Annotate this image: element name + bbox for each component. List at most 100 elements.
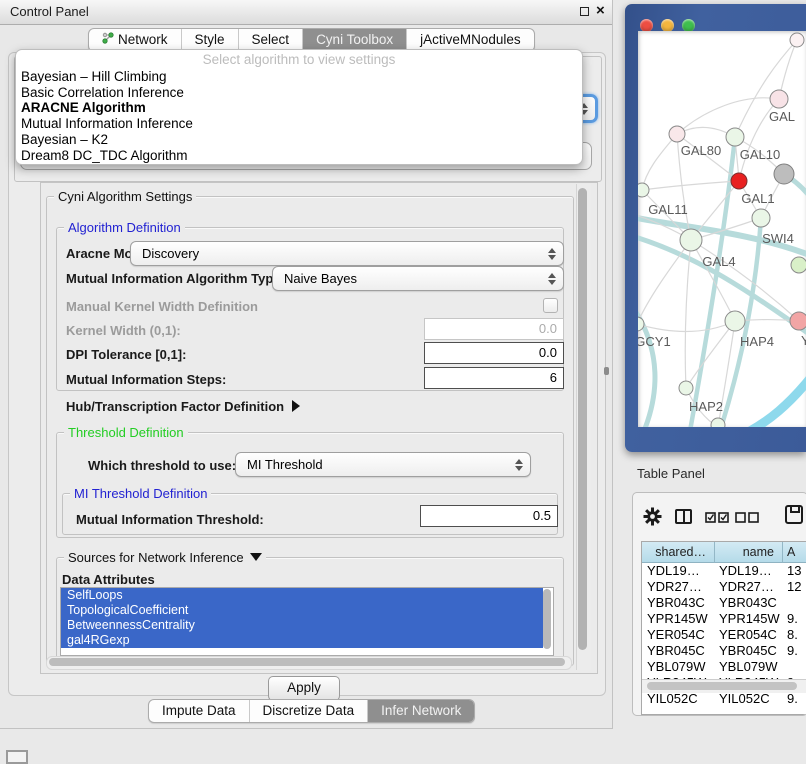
table-row[interactable]: YER054CYER054C8. — [642, 627, 806, 643]
table-cell: 9. — [783, 691, 806, 707]
vertical-scrollbar-thumb[interactable] — [578, 188, 587, 650]
table-cell: 8. — [783, 627, 806, 643]
network-node[interactable] — [726, 128, 744, 146]
gear-icon[interactable] — [643, 507, 662, 526]
split-columns-icon[interactable] — [675, 509, 692, 524]
hub-definition-expander[interactable]: Hub/Transcription Factor Definition — [66, 399, 300, 414]
which-threshold-value: MI Threshold — [247, 457, 323, 472]
table-row[interactable]: YDR27…YDR27…12 — [642, 579, 806, 595]
column-header-shared[interactable]: shared… — [642, 542, 715, 563]
tab-infer-network[interactable]: Infer Network — [367, 700, 474, 722]
float-window-icon[interactable] — [580, 7, 589, 16]
file-icon[interactable] — [785, 505, 803, 524]
select-all-checkboxes-icon[interactable] — [705, 512, 729, 523]
which-threshold-combobox[interactable]: MI Threshold — [235, 452, 531, 477]
network-node[interactable] — [725, 311, 745, 331]
horizontal-scrollbar-thumb[interactable] — [49, 658, 565, 666]
table-row[interactable]: YBR045CYBR045C9. — [642, 643, 806, 659]
combo-spinner-icon — [547, 273, 555, 285]
tab-label: Network — [118, 32, 168, 47]
tab-label: Impute Data — [162, 703, 236, 718]
tab-cyni-toolbox[interactable]: Cyni Toolbox — [302, 29, 406, 51]
node-label-swi4: SWI4 — [762, 231, 794, 246]
mi-threshold-group-title: MI Threshold Definition — [70, 486, 211, 501]
table-cell: YDR27… — [715, 579, 783, 595]
mi-threshold-label: Mutual Information Threshold: — [76, 512, 264, 527]
sources-group-title-row[interactable]: Sources for Network Inference — [64, 550, 266, 565]
mi-type-combobox[interactable]: Naive Bayes — [272, 266, 564, 291]
table-hscrollbar-track[interactable] — [642, 679, 806, 693]
tab-label: Cyni Toolbox — [316, 32, 393, 47]
data-attributes-list: SelfLoopsTopologicalCoefficientBetweenne… — [60, 587, 554, 656]
network-icon — [102, 32, 114, 47]
table-cell: 13 — [783, 563, 806, 579]
tab-discretize-data[interactable]: Discretize Data — [249, 700, 368, 722]
algorithm-option-bayesian-k2[interactable]: Bayesian – K2 — [19, 132, 577, 148]
network-node[interactable] — [638, 183, 649, 197]
mi-steps-field[interactable]: 6 — [424, 367, 564, 389]
tab-select[interactable]: Select — [238, 29, 303, 51]
network-node[interactable] — [790, 312, 806, 330]
settings-group-title: Cyni Algorithm Settings — [54, 189, 196, 204]
network-node[interactable] — [770, 90, 788, 108]
network-node[interactable] — [731, 173, 747, 189]
kernel-width-label: Kernel Width (0,1): — [66, 323, 181, 338]
apply-button[interactable]: Apply — [268, 676, 340, 701]
panel-title: Control Panel — [10, 4, 89, 19]
algorithm-option-dream8-dc-tdc-algorithm[interactable]: Dream8 DC_TDC Algorithm — [19, 148, 577, 164]
aracne-mode-combobox[interactable]: Discovery — [130, 241, 564, 266]
node-label-gal11: GAL11 — [648, 202, 688, 217]
table-row[interactable]: YBL079WYBL079W — [642, 659, 806, 675]
network-node[interactable] — [680, 229, 702, 251]
manual-kernel-checkbox[interactable] — [543, 298, 558, 313]
tab-style[interactable]: Style — [181, 29, 238, 51]
close-icon[interactable]: × — [596, 2, 605, 19]
hub-definition-label: Hub/Transcription Factor Definition — [66, 399, 284, 414]
network-node[interactable] — [669, 126, 685, 142]
dpi-tolerance-field[interactable]: 0.0 — [424, 342, 564, 364]
table-row[interactable]: YIL052CYIL052C9. — [642, 691, 806, 707]
network-node[interactable] — [752, 209, 770, 227]
table-row[interactable]: YPR145WYPR145W9. — [642, 611, 806, 627]
node-attribute-table[interactable]: shared…nameA YDL19…YDL19…13YDR27…YDR27…1… — [641, 541, 806, 715]
table-hscrollbar-thumb[interactable] — [647, 682, 797, 690]
column-header-a[interactable]: A — [783, 542, 806, 563]
tab-network[interactable]: Network — [89, 29, 181, 51]
network-node[interactable] — [774, 164, 794, 184]
algorithm-option-basic-correlation-inference[interactable]: Basic Correlation Inference — [19, 85, 577, 101]
node-label-gal4: GAL4 — [702, 254, 735, 269]
attribute-item-gal4rgexp[interactable]: gal4RGexp — [61, 633, 543, 648]
table-row[interactable]: YBR043CYBR043C — [642, 595, 806, 611]
algorithm-option-aracne-algorithm[interactable]: ARACNE Algorithm — [19, 100, 577, 116]
attribute-item-betweennesscentrality[interactable]: BetweennessCentrality — [61, 618, 543, 633]
node-label-hap2: HAP2 — [689, 399, 723, 414]
table-cell — [783, 595, 806, 611]
mi-threshold-field[interactable]: 0.5 — [420, 505, 558, 527]
algorithm-option-bayesian-hill-climbing[interactable]: Bayesian – Hill Climbing — [19, 69, 577, 85]
deselect-all-checkboxes-icon[interactable] — [735, 512, 759, 523]
table-cell: YBR043C — [715, 595, 783, 611]
kernel-width-field: 0.0 — [424, 318, 564, 340]
algorithm-option-mutual-information-inference[interactable]: Mutual Information Inference — [19, 116, 577, 132]
attribute-item-topologicalcoefficient[interactable]: TopologicalCoefficient — [61, 603, 543, 618]
aracne-mode-value: Discovery — [142, 246, 199, 261]
algorithm-dropdown-popup: Select algorithm to view settings Bayesi… — [15, 49, 583, 165]
table-cell: YDR27… — [642, 579, 715, 595]
column-header-name[interactable]: name — [715, 542, 783, 563]
table-row[interactable]: YDL19…YDL19…13 — [642, 563, 806, 579]
which-threshold-label: Which threshold to use: — [88, 458, 236, 473]
algorithm-definition-title: Algorithm Definition — [64, 220, 185, 235]
network-canvas[interactable]: GALGAL80GAL10GAL11GAL1SWI4GAL4GCY1HAP4YH… — [638, 31, 806, 427]
network-node[interactable] — [791, 257, 806, 273]
table-cell: YPR145W — [715, 611, 783, 627]
tab-jactivemnodules[interactable]: jActiveMNodules — [406, 29, 534, 51]
network-node[interactable] — [790, 33, 804, 47]
attribute-list-scrollbar[interactable] — [543, 589, 551, 649]
network-node[interactable] — [711, 418, 725, 427]
tab-impute-data[interactable]: Impute Data — [149, 700, 249, 722]
table-panel-card: shared…nameA YDL19…YDL19…13YDR27…YDR27…1… — [632, 492, 806, 716]
panel-splitter-grip[interactable] — [604, 367, 609, 375]
network-node[interactable] — [679, 381, 693, 395]
attribute-item-selfloops[interactable]: SelfLoops — [61, 588, 543, 603]
table-cell: YDL19… — [715, 563, 783, 579]
